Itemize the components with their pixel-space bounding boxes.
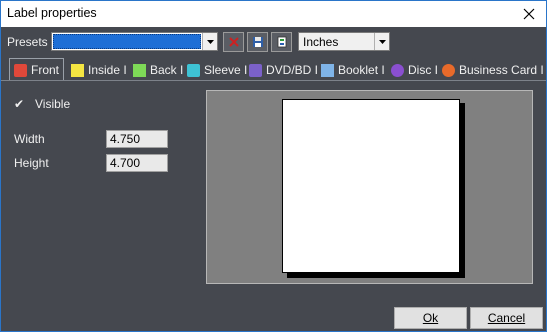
inside-icon: [71, 63, 84, 77]
window-title: Label properties: [7, 6, 97, 20]
delete-icon: [228, 37, 239, 47]
tab-business-card[interactable]: Business Card I: [442, 60, 544, 80]
tab-label: Front: [31, 63, 60, 77]
tab-label: Business Card I: [459, 63, 544, 77]
dvd-icon: [249, 63, 262, 77]
preset-list-icon: [277, 36, 286, 48]
presets-dropdown-arrow[interactable]: [202, 33, 217, 50]
height-input[interactable]: [106, 154, 168, 172]
presets-label: Presets: [7, 35, 48, 49]
disc-front-icon: [14, 63, 27, 77]
tab-divider: [1, 80, 546, 81]
tab-label: DVD/BD I: [266, 63, 319, 77]
tab-back[interactable]: Back I: [133, 60, 183, 80]
tab-booklet[interactable]: Booklet I: [321, 60, 385, 80]
presets-dropdown[interactable]: [51, 32, 218, 51]
tab-label: Inside I: [88, 63, 127, 77]
title-bar: Label properties: [1, 1, 546, 27]
save-icon: [252, 37, 263, 47]
width-input[interactable]: [106, 130, 168, 148]
ok-button[interactable]: Ok: [394, 307, 467, 329]
chevron-down-icon: [378, 39, 386, 44]
width-label: Width: [14, 132, 45, 146]
ok-label: Ok: [422, 311, 439, 325]
business-card-icon: [442, 63, 455, 77]
presets-field[interactable]: [53, 34, 201, 49]
disc-icon: [391, 63, 404, 77]
label-part-tabs: Front Inside I Back I Sleeve I DVD/BD I …: [1, 57, 546, 81]
visible-label: Visible: [35, 97, 71, 111]
units-dropdown[interactable]: Inches: [298, 32, 390, 51]
tab-label: Back I: [150, 63, 184, 77]
visible-checkbox[interactable]: ✔ Visible: [14, 97, 70, 111]
units-dropdown-arrow[interactable]: [374, 33, 389, 50]
tab-label: Sleeve I: [204, 63, 248, 77]
cancel-button[interactable]: Cancel: [470, 307, 543, 329]
back-icon: [133, 63, 146, 77]
cancel-label: Cancel: [487, 311, 526, 325]
close-button[interactable]: [512, 1, 546, 27]
delete-preset-button[interactable]: [223, 32, 244, 52]
check-icon: ✔: [14, 96, 25, 111]
tab-disc[interactable]: Disc I: [391, 60, 438, 80]
load-preset-button[interactable]: [271, 32, 292, 52]
toolbar: Presets Inches: [1, 27, 546, 57]
label-preview: [206, 90, 533, 284]
tab-label: Disc I: [408, 63, 438, 77]
units-value: Inches: [303, 35, 339, 49]
tab-front[interactable]: Front: [9, 58, 65, 81]
height-label: Height: [14, 156, 49, 170]
tab-inside[interactable]: Inside I: [71, 60, 127, 80]
label-paper: [282, 99, 460, 273]
label-properties-dialog: Label properties Presets Inches Front In…: [0, 0, 547, 332]
chevron-down-icon: [206, 39, 214, 44]
sleeve-icon: [187, 63, 200, 77]
tab-dvd-bd[interactable]: DVD/BD I: [249, 60, 318, 80]
save-preset-button[interactable]: [247, 32, 268, 52]
close-icon: [523, 8, 535, 20]
booklet-icon: [321, 63, 334, 77]
tab-label: Booklet I: [338, 63, 385, 77]
tab-sleeve[interactable]: Sleeve I: [187, 60, 247, 80]
